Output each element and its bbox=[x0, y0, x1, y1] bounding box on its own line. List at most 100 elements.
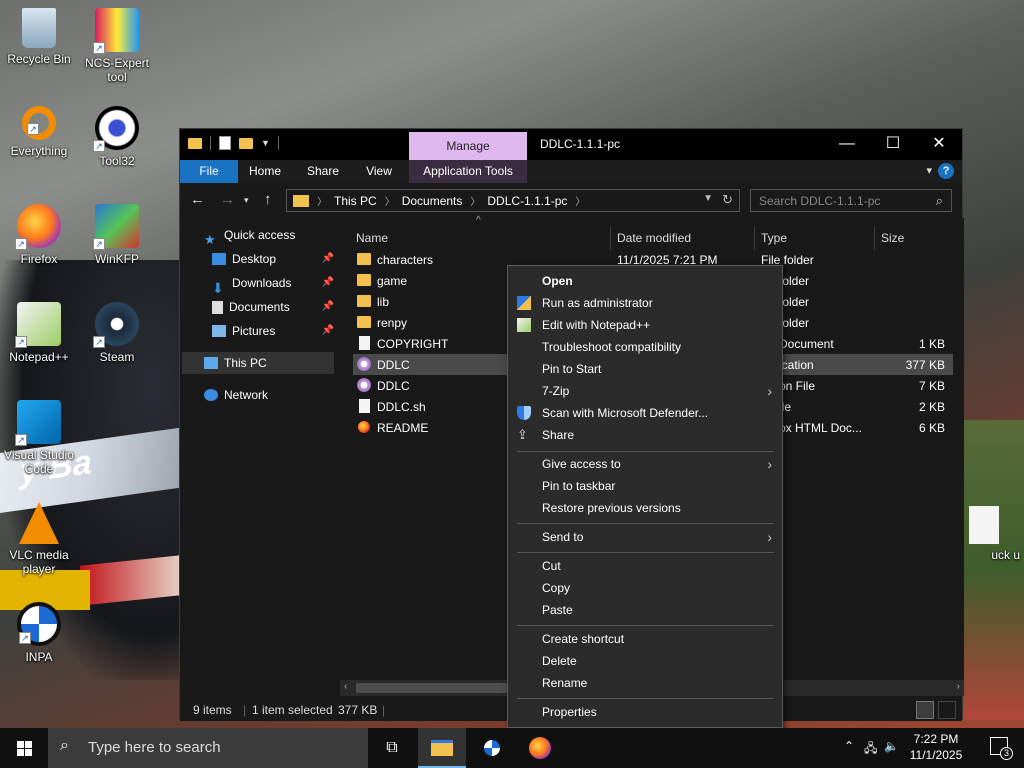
close-button[interactable]: ✕ bbox=[916, 129, 962, 158]
desktop-icon-recycle-bin[interactable]: Recycle Bin bbox=[0, 8, 78, 66]
menu-item-delete[interactable]: Delete bbox=[508, 650, 782, 672]
tab-file[interactable]: File bbox=[180, 160, 238, 183]
title-bar[interactable]: ▼ Manage DDLC-1.1.1-pc — ☐ ✕ bbox=[180, 129, 962, 160]
help-icon[interactable]: ? bbox=[938, 163, 954, 179]
ribbon-expand-chevron-icon[interactable]: ▾ bbox=[926, 164, 932, 177]
tab-share[interactable]: Share bbox=[300, 160, 346, 183]
taskbar-file-explorer[interactable] bbox=[418, 728, 466, 768]
submenu-arrow-icon: › bbox=[767, 456, 772, 472]
notepad-icon: ↗ bbox=[15, 302, 61, 348]
task-view-button[interactable]: ⧉ bbox=[368, 728, 416, 768]
document-icon bbox=[359, 399, 370, 413]
taskbar-inpa[interactable] bbox=[468, 728, 516, 768]
address-dropdown-icon[interactable]: ▼ bbox=[703, 193, 713, 204]
folder-icon bbox=[357, 253, 371, 265]
menu-item-share[interactable]: ⇪ Share bbox=[508, 424, 782, 446]
show-hidden-icons-chevron-icon[interactable]: ⌃ bbox=[844, 739, 854, 753]
task-view-icon: ⧉ bbox=[386, 739, 398, 756]
minimize-button[interactable]: — bbox=[824, 129, 870, 158]
recent-locations-chevron-icon[interactable]: ▾ bbox=[244, 195, 249, 206]
menu-item-open[interactable]: Open bbox=[508, 270, 782, 292]
desktop-icon-vlc[interactable]: VLC media player bbox=[0, 502, 78, 576]
taskbar-search[interactable]: ⌕ Type here to search bbox=[48, 728, 368, 768]
star-icon: ★ bbox=[204, 232, 216, 247]
menu-item-cut[interactable]: Cut bbox=[508, 555, 782, 577]
menu-item-run-as-admin[interactable]: Run as administrator bbox=[508, 292, 782, 314]
menu-item-restore-versions[interactable]: Restore previous versions bbox=[508, 497, 782, 519]
large-icons-view-icon[interactable] bbox=[938, 701, 956, 719]
nav-label: Quick access bbox=[224, 228, 296, 242]
properties-icon[interactable] bbox=[219, 136, 231, 150]
desktop-icon-tool32[interactable]: ↗ Tool32 bbox=[78, 106, 156, 168]
nav-item-this-pc[interactable]: This PC bbox=[182, 352, 334, 374]
ddlc-app-icon bbox=[357, 357, 371, 371]
breadcrumb-ddlc[interactable]: DDLC-1.1.1-pc bbox=[487, 194, 567, 208]
menu-item-send-to[interactable]: Send to › bbox=[508, 526, 782, 548]
menu-item-7zip[interactable]: 7-Zip › bbox=[508, 380, 782, 402]
clock[interactable]: 7:22 PM 11/1/2025 bbox=[906, 731, 966, 763]
back-arrow-icon[interactable]: ← bbox=[190, 191, 205, 208]
address-bar[interactable]: 〉 This PC 〉 Documents 〉 DDLC-1.1.1-pc 〉 … bbox=[286, 189, 740, 212]
share-icon: ⇪ bbox=[517, 427, 528, 442]
desktop-icon-ncs-expert[interactable]: ↗ NCS-Expert tool bbox=[78, 8, 156, 84]
maximize-button[interactable]: ☐ bbox=[870, 129, 916, 158]
desktop-icon-winkfp[interactable]: ↗ WinKFP bbox=[78, 204, 156, 266]
pin-icon: 📌 bbox=[321, 301, 334, 312]
tab-home[interactable]: Home bbox=[242, 160, 288, 183]
navigation-bar: ← → ▾ ↑ 〉 This PC 〉 Documents 〉 DDLC-1.1… bbox=[180, 183, 962, 218]
desktop-icon bbox=[212, 253, 226, 265]
nav-item-desktop[interactable]: Desktop 📌 bbox=[212, 248, 334, 270]
forward-arrow-icon[interactable]: → bbox=[220, 191, 235, 208]
nav-item-downloads[interactable]: ⬇ Downloads 📌 bbox=[212, 272, 334, 296]
menu-item-create-shortcut[interactable]: Create shortcut bbox=[508, 628, 782, 650]
column-header-type[interactable]: Type bbox=[761, 231, 787, 245]
action-center-icon[interactable]: 3 bbox=[990, 737, 1013, 760]
menu-item-pin-to-start[interactable]: Pin to Start bbox=[508, 358, 782, 380]
up-arrow-icon[interactable]: ↑ bbox=[264, 191, 272, 208]
tab-view[interactable]: View bbox=[356, 160, 402, 183]
nav-item-network[interactable]: Network bbox=[204, 384, 268, 406]
nav-item-documents[interactable]: Documents 📌 bbox=[212, 296, 334, 318]
tab-manage[interactable]: Manage bbox=[409, 132, 527, 160]
menu-item-edit-notepad[interactable]: Edit with Notepad++ bbox=[508, 314, 782, 336]
pin-icon: 📌 bbox=[321, 277, 334, 288]
column-header-date[interactable]: Date modified bbox=[617, 231, 691, 245]
menu-item-pin-taskbar[interactable]: Pin to taskbar bbox=[508, 475, 782, 497]
status-item-count: 9 items bbox=[193, 703, 232, 717]
volume-muted-icon[interactable]: 🔈 bbox=[884, 739, 899, 753]
desktop-icon-notepad-plus-plus[interactable]: ↗ Notepad++ bbox=[0, 302, 78, 364]
taskbar-firefox[interactable] bbox=[516, 728, 564, 768]
menu-separator bbox=[517, 552, 774, 553]
menu-item-rename[interactable]: Rename bbox=[508, 672, 782, 694]
column-header-name[interactable]: Name bbox=[356, 231, 388, 245]
details-view-icon[interactable] bbox=[916, 701, 934, 719]
menu-item-give-access[interactable]: Give access to › bbox=[508, 453, 782, 475]
scroll-right-icon[interactable]: › bbox=[957, 681, 960, 692]
scroll-left-icon[interactable]: ‹ bbox=[344, 681, 347, 692]
new-folder-icon[interactable] bbox=[239, 137, 253, 149]
start-button[interactable] bbox=[0, 728, 48, 768]
customize-chevron-icon[interactable]: ▼ bbox=[261, 138, 270, 148]
menu-item-troubleshoot[interactable]: Troubleshoot compatibility bbox=[508, 336, 782, 358]
desktop-icon-firefox[interactable]: ↗ Firefox bbox=[0, 204, 78, 266]
scrollbar-thumb[interactable] bbox=[356, 683, 516, 693]
desktop-icon-steam[interactable]: ↗ Steam bbox=[78, 302, 156, 364]
menu-item-copy[interactable]: Copy bbox=[508, 577, 782, 599]
nav-item-pictures[interactable]: Pictures 📌 bbox=[212, 320, 334, 342]
nav-label: Documents bbox=[229, 300, 290, 314]
menu-item-properties[interactable]: Properties bbox=[508, 701, 782, 723]
refresh-icon[interactable]: ↻ bbox=[722, 192, 733, 208]
nav-item-quick-access[interactable]: ★ Quick access bbox=[204, 224, 296, 247]
desktop-icon-inpa[interactable]: ↗ INPA bbox=[0, 602, 78, 664]
desktop-icon-everything[interactable]: ↗ Everything bbox=[0, 106, 78, 158]
desktop-icon-label: Tool32 bbox=[99, 154, 135, 168]
menu-item-paste[interactable]: Paste bbox=[508, 599, 782, 621]
network-icon[interactable]: 🖧 bbox=[864, 739, 877, 760]
menu-item-scan-defender[interactable]: Scan with Microsoft Defender... bbox=[508, 402, 782, 424]
search-input[interactable]: Search DDLC-1.1.1-pc ⌕ bbox=[750, 189, 952, 212]
column-header-size[interactable]: Size bbox=[881, 231, 904, 245]
desktop-icon-vscode[interactable]: ↗ Visual Studio Code bbox=[0, 400, 78, 476]
tab-application-tools[interactable]: Application Tools bbox=[409, 160, 527, 183]
breadcrumb-this-pc[interactable]: This PC bbox=[334, 194, 377, 208]
breadcrumb-documents[interactable]: Documents bbox=[402, 194, 463, 208]
